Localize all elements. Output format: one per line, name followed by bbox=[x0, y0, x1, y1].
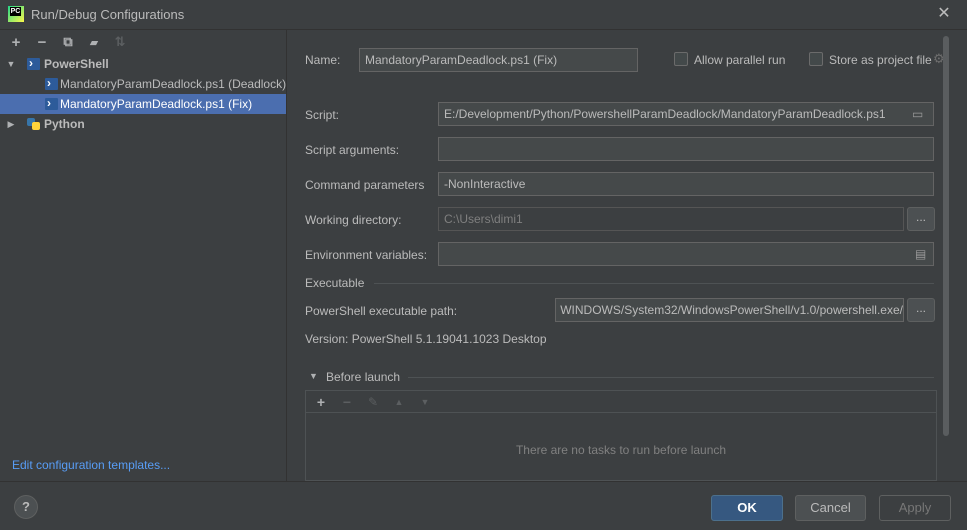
powershell-exe-label: PowerShell executable path: bbox=[305, 304, 458, 318]
tree-group-label: Python bbox=[44, 117, 85, 131]
tree-item-label: MandatoryParamDeadlock.ps1 (Deadlock) bbox=[60, 77, 287, 91]
configurations-toolbar: + − ⧉ ▰ ⇅ bbox=[0, 30, 287, 54]
command-parameters-label: Command parameters bbox=[305, 178, 425, 192]
version-text: Version: PowerShell 5.1.19041.1023 Deskt… bbox=[305, 332, 547, 346]
close-icon[interactable]: ✕ bbox=[935, 5, 953, 23]
configurations-panel: + − ⧉ ▰ ⇅ ▼ PowerShell MandatoryParamDea… bbox=[0, 30, 287, 481]
before-launch-title: Before launch bbox=[326, 370, 401, 384]
powershell-icon bbox=[27, 53, 40, 73]
title-bar: PC Run/Debug Configurations ✕ bbox=[0, 0, 967, 30]
add-icon[interactable]: + bbox=[312, 394, 330, 410]
tree-item-deadlock[interactable]: MandatoryParamDeadlock.ps1 (Deadlock) bbox=[0, 73, 287, 94]
script-arguments-label: Script arguments: bbox=[305, 143, 400, 157]
tree-group-label: PowerShell bbox=[44, 57, 109, 71]
move-down-icon[interactable]: ▼ bbox=[416, 397, 434, 407]
sort-icon[interactable]: ⇅ bbox=[110, 32, 130, 52]
apply-button[interactable]: Apply bbox=[879, 495, 951, 521]
tree-group-python[interactable]: ▶ Python bbox=[0, 114, 286, 134]
move-up-icon[interactable]: ▲ bbox=[390, 397, 408, 407]
copy-icon[interactable]: ⧉ bbox=[58, 32, 78, 52]
cancel-button[interactable]: Cancel bbox=[795, 495, 866, 521]
working-directory-browse-button[interactable]: ... bbox=[907, 207, 935, 231]
chevron-down-icon[interactable]: ▼ bbox=[6, 54, 16, 74]
environment-variables-label: Environment variables: bbox=[305, 248, 428, 262]
command-parameters-field[interactable]: -NonInteractive bbox=[438, 172, 934, 196]
tree-group-powershell[interactable]: ▼ PowerShell bbox=[0, 53, 286, 74]
before-launch-toolbar: + − ✎ ▲ ▼ bbox=[306, 391, 936, 413]
name-field[interactable]: MandatoryParamDeadlock.ps1 (Fix) bbox=[359, 48, 638, 72]
remove-icon[interactable]: − bbox=[32, 32, 52, 52]
empty-tasks-text: There are no tasks to run before launch bbox=[515, 443, 727, 457]
executable-section-title: Executable bbox=[305, 276, 365, 290]
powershell-exe-browse-button[interactable]: ... bbox=[907, 298, 935, 322]
section-divider bbox=[374, 283, 934, 284]
store-as-project-checkbox[interactable] bbox=[809, 52, 823, 66]
working-directory-label: Working directory: bbox=[305, 213, 402, 227]
script-label: Script: bbox=[305, 108, 340, 122]
document-icon[interactable]: ▤ bbox=[915, 247, 926, 261]
form-scrollbar[interactable] bbox=[943, 36, 949, 436]
working-directory-field[interactable]: C:\Users\dimi1 bbox=[438, 207, 904, 231]
dialog-buttons-bar: ? OK Cancel Apply bbox=[0, 481, 967, 530]
folder-icon[interactable]: ▰ bbox=[84, 32, 104, 52]
allow-parallel-checkbox[interactable] bbox=[674, 52, 688, 66]
python-icon bbox=[27, 118, 40, 130]
store-as-project-label: Store as project file bbox=[829, 53, 932, 67]
configurations-tree: ▼ PowerShell MandatoryParamDeadlock.ps1 … bbox=[0, 53, 287, 134]
configuration-form: Name: MandatoryParamDeadlock.ps1 (Fix) A… bbox=[288, 30, 967, 481]
divider bbox=[305, 81, 935, 82]
powershell-icon bbox=[45, 73, 58, 93]
add-icon[interactable]: + bbox=[6, 32, 26, 52]
pycharm-logo-icon: PC bbox=[8, 6, 24, 22]
help-button[interactable]: ? bbox=[14, 495, 38, 519]
script-field[interactable]: E:/Development/Python/PowershellParamDea… bbox=[438, 102, 934, 126]
before-launch-panel: + − ✎ ▲ ▼ There are no tasks to run befo… bbox=[305, 390, 937, 481]
edit-icon[interactable]: ✎ bbox=[364, 395, 382, 409]
ok-button[interactable]: OK bbox=[711, 495, 783, 521]
script-arguments-field[interactable] bbox=[438, 137, 934, 161]
before-launch-toggle[interactable]: ▼ bbox=[309, 371, 318, 381]
allow-parallel-label: Allow parallel run bbox=[694, 53, 786, 67]
powershell-icon bbox=[45, 93, 58, 113]
tree-item-fix[interactable]: MandatoryParamDeadlock.ps1 (Fix) bbox=[0, 93, 286, 114]
tree-item-label: MandatoryParamDeadlock.ps1 (Fix) bbox=[60, 97, 253, 111]
remove-icon[interactable]: − bbox=[338, 394, 356, 410]
name-label: Name: bbox=[305, 53, 341, 67]
folder-icon[interactable]: ▭ bbox=[912, 107, 923, 121]
powershell-exe-field[interactable]: /WINDOWS/System32/WindowsPowerShell/v1.0… bbox=[555, 298, 904, 322]
environment-variables-field[interactable] bbox=[438, 242, 934, 266]
window-title: Run/Debug Configurations bbox=[31, 7, 185, 22]
chevron-right-icon[interactable]: ▶ bbox=[6, 114, 16, 134]
edit-templates-link[interactable]: Edit configuration templates... bbox=[12, 458, 170, 472]
section-divider bbox=[408, 377, 934, 378]
